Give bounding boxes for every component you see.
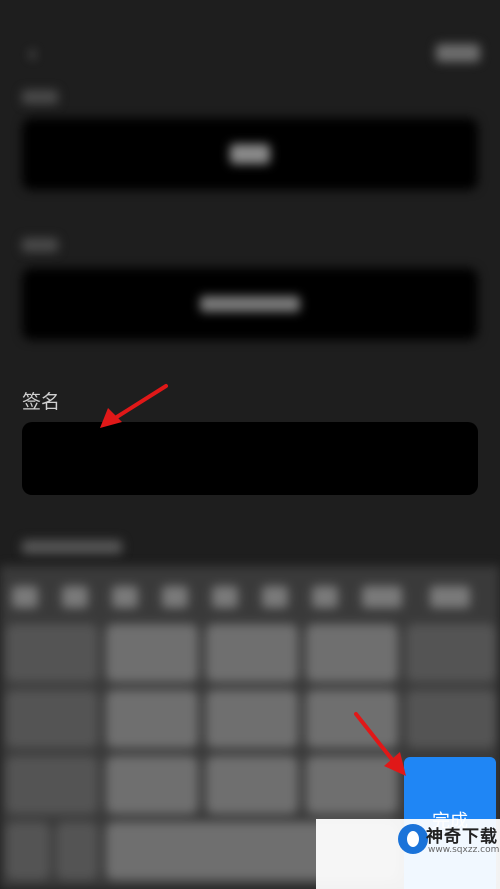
keyboard-key[interactable] xyxy=(206,756,298,814)
watermark-logo-icon xyxy=(398,824,428,854)
keyboard-key[interactable] xyxy=(206,690,298,748)
keyboard-key[interactable] xyxy=(106,624,198,682)
account-field[interactable] xyxy=(22,268,478,340)
keyboard-key[interactable] xyxy=(306,624,398,682)
keyboard-toolbar xyxy=(0,576,500,616)
keyboard-tool-icon[interactable] xyxy=(12,586,38,608)
keyboard-tool-icon[interactable] xyxy=(162,586,188,608)
keyboard-key[interactable] xyxy=(6,624,98,682)
back-icon[interactable]: ‹ xyxy=(28,42,52,67)
watermark-name: 神奇下载 xyxy=(426,827,498,847)
keyboard-key[interactable] xyxy=(106,756,198,814)
nickname-label xyxy=(22,90,58,104)
keyboard-tool-icon[interactable] xyxy=(430,586,470,608)
keyboard-tool-icon[interactable] xyxy=(112,586,138,608)
input-hint xyxy=(22,540,122,554)
annotation-arrow-icon xyxy=(100,384,168,428)
keyboard-tool-icon[interactable] xyxy=(262,586,288,608)
save-button[interactable] xyxy=(436,44,480,62)
keyboard-tool-icon[interactable] xyxy=(312,586,338,608)
top-bar: ‹ xyxy=(0,30,500,80)
keyboard-key[interactable] xyxy=(56,822,98,880)
keyboard-key[interactable] xyxy=(406,624,496,682)
annotation-arrow-icon xyxy=(354,712,406,776)
keyboard-key[interactable] xyxy=(6,822,50,880)
keyboard-tool-icon[interactable] xyxy=(212,586,238,608)
keyboard-key[interactable] xyxy=(206,624,298,682)
keyboard-key[interactable] xyxy=(6,756,98,814)
keyboard-tool-icon[interactable] xyxy=(362,586,402,608)
keyboard-tool-icon[interactable] xyxy=(62,586,88,608)
signature-input[interactable] xyxy=(22,422,478,495)
keyboard-key[interactable] xyxy=(106,690,198,748)
nickname-field[interactable] xyxy=(22,118,478,190)
watermark-url: www.sqxzz.com xyxy=(428,845,500,855)
account-label xyxy=(22,238,58,252)
keyboard-key[interactable] xyxy=(406,690,496,748)
signature-label: 签名 xyxy=(22,391,61,413)
keyboard-key[interactable] xyxy=(6,690,98,748)
watermark: 神奇下载 www.sqxzz.com xyxy=(316,819,500,889)
